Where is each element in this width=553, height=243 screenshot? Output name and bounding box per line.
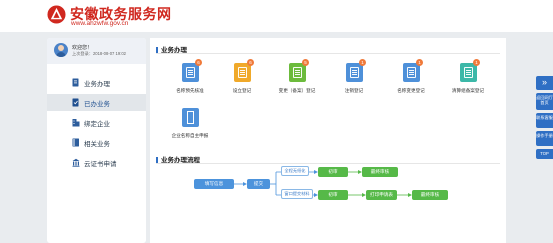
- done-document-icon: [72, 98, 79, 107]
- service-change[interactable]: 5 变更（备案）登记: [267, 59, 323, 101]
- sidebar-item-label: 已办业务: [84, 101, 110, 108]
- service-establish[interactable]: 6 设立登记: [212, 59, 268, 101]
- contact-service-button[interactable]: 联系客服: [536, 113, 553, 128]
- service-self-declare[interactable]: 企业名称自主申报: [160, 108, 216, 146]
- service-label: 设立登记: [232, 88, 252, 93]
- sidebar-item-label: 云证书申请: [84, 161, 117, 168]
- edit-document-icon: [182, 63, 199, 82]
- building-icon: [72, 119, 80, 127]
- back-to-top-button[interactable]: TOP: [536, 149, 553, 159]
- flow-step-submit: 提交: [247, 179, 270, 189]
- site-url: www.ahzwfw.gov.cn: [71, 20, 129, 27]
- flow-step-final-review: 最终审核: [412, 190, 448, 200]
- sidebar: 欢迎您！ 上次登录：2018-08-07 19:02 业务办理 已办业务 绑定企…: [47, 38, 146, 243]
- liquidation-document-icon: [460, 63, 477, 82]
- user-profile: 欢迎您！ 上次登录：2018-08-07 19:02: [47, 38, 146, 64]
- document-list-icon: [234, 63, 251, 82]
- sidebar-item-related[interactable]: 相关业务: [47, 134, 146, 151]
- count-badge: 6: [247, 59, 254, 66]
- rename-document-icon: [403, 63, 420, 82]
- sidebar-item-label: 业务办理: [84, 81, 110, 88]
- building-icon: [182, 108, 199, 127]
- sidebar-item-cloud-cert[interactable]: 云证书申请: [47, 154, 146, 171]
- flow-step-print-form: 打印申请表: [366, 190, 397, 200]
- section-divider: [156, 53, 500, 54]
- sidebar-item-bind-company[interactable]: 绑定企业: [47, 114, 146, 131]
- service-cancel[interactable]: 1 注销登记: [324, 59, 380, 101]
- certificate-icon: [72, 158, 80, 167]
- flow-step-first-review: 初审: [318, 167, 348, 177]
- back-home-button[interactable]: 返回网厅首页: [536, 93, 553, 110]
- flow-branch-paperless: 全程无纸化: [281, 166, 309, 176]
- service-label: 企业名称自主申报: [171, 133, 209, 138]
- sidebar-item-business[interactable]: 业务办理: [47, 74, 146, 91]
- avatar: [54, 43, 68, 57]
- service-label: 清算组备案登记: [451, 88, 485, 93]
- sidebar-item-label: 相关业务: [84, 141, 110, 148]
- service-liquidation[interactable]: 1 清算组备案登记: [438, 59, 494, 101]
- service-name-change[interactable]: 1 名称变更登记: [381, 59, 437, 101]
- count-badge: 1: [359, 59, 366, 66]
- count-badge: 6: [195, 59, 202, 66]
- service-label: 变更（备案）登记: [278, 88, 316, 93]
- service-label: 名称变更登记: [397, 88, 425, 93]
- flow-branch-window: 窗口提交材料: [281, 189, 313, 199]
- logo-icon[interactable]: [47, 5, 66, 24]
- change-document-icon: [289, 63, 306, 82]
- site-header: 安徽政务服务网 www.ahzwfw.gov.cn: [0, 0, 553, 32]
- manual-button[interactable]: 操作手册: [536, 131, 553, 146]
- expand-arrow-icon[interactable]: »: [536, 76, 553, 90]
- last-login-text: 上次登录：2018-08-07 19:02: [72, 51, 127, 56]
- service-label: 注销登记: [344, 88, 364, 93]
- flow-step-first-review: 初审: [318, 190, 348, 200]
- sidebar-item-label: 绑定企业: [84, 121, 110, 128]
- count-badge: 1: [473, 59, 480, 66]
- count-badge: 1: [416, 59, 423, 66]
- section-divider: [156, 163, 500, 164]
- cancel-document-icon: [346, 63, 363, 82]
- sidebar-item-completed[interactable]: 已办业务: [47, 94, 146, 111]
- service-label: 名称预先核准: [176, 88, 204, 93]
- flow-step-fill-info: 填写信息: [194, 179, 234, 189]
- document-icon: [72, 78, 79, 87]
- service-name-precheck[interactable]: 6 名称预先核准: [160, 59, 216, 101]
- book-icon: [72, 138, 79, 147]
- flow-step-final-review: 最终审核: [362, 167, 398, 177]
- welcome-text: 欢迎您！: [72, 45, 93, 51]
- count-badge: 5: [302, 59, 309, 66]
